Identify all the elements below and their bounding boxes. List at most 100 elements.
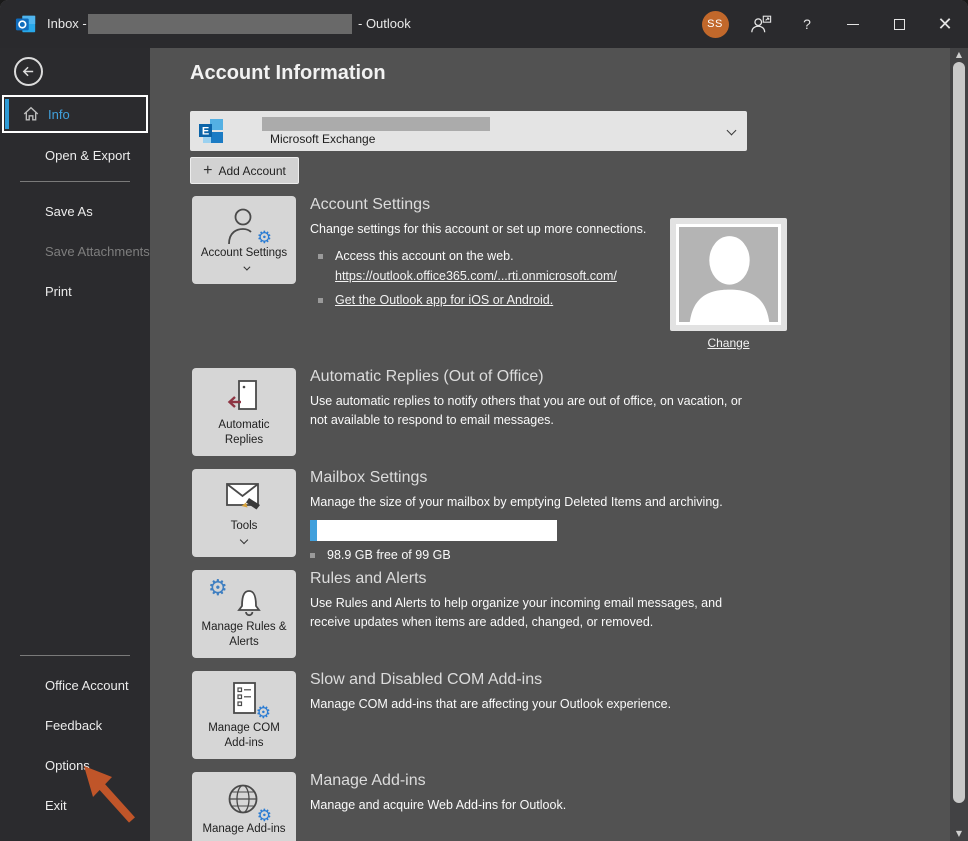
sidebar-item-label: Info (48, 107, 70, 122)
storage-info-row: 98.9 GB free of 99 GB (302, 548, 790, 562)
section-description: Change settings for this account or set … (310, 220, 668, 239)
button-label: Manage Add-ins (196, 822, 291, 837)
automatic-replies-button[interactable]: Automatic Replies (192, 368, 296, 456)
button-label: Manage Rules & Alerts (192, 620, 296, 650)
outlook-backstage-window: Inbox - - Outlook SS ? ✕ (0, 0, 968, 841)
account-settings-button[interactable]: ⚙ Account Settings (192, 196, 296, 284)
scrollbar-thumb[interactable] (953, 62, 965, 803)
window-title-prefix: Inbox - (47, 16, 87, 31)
sidebar-item-feedback[interactable]: Feedback (0, 706, 150, 744)
section-rules-alerts: ⚙ Manage Rules & Alerts Rules and Alerts… (192, 570, 912, 671)
automatic-replies-icon (224, 378, 264, 418)
mailbox-settings-text: Mailbox Settings Manage the size of your… (310, 469, 790, 562)
sidebar-divider (20, 181, 130, 182)
bullet-icon (318, 254, 323, 259)
close-icon: ✕ (937, 15, 952, 33)
sidebar-item-label: Save Attachments (45, 244, 150, 259)
mailbox-tools-icon (222, 479, 266, 519)
bullet-text: Access this account on the web. (335, 249, 514, 263)
chevron-down-icon (240, 536, 248, 544)
section-heading: Rules and Alerts (310, 570, 790, 588)
section-heading: Account Settings (310, 196, 790, 214)
chevron-down-icon (727, 126, 737, 136)
manage-addins-button[interactable]: ⚙ Manage Add-ins (192, 772, 296, 841)
redacted-account-email (262, 117, 490, 131)
com-addins-icon: ⚙ (227, 681, 261, 721)
manage-com-addins-button[interactable]: ⚙ Manage COM Add-ins (192, 671, 296, 759)
section-description: Use automatic replies to notify others t… (310, 392, 762, 431)
add-account-label: Add Account (218, 164, 285, 178)
sidebar-item-label: Feedback (45, 718, 102, 733)
sidebar-item-office-account[interactable]: Office Account (0, 666, 150, 704)
sidebar-item-print[interactable]: Print (0, 272, 150, 310)
close-button[interactable]: ✕ (922, 0, 968, 48)
sidebar-item-save-as[interactable]: Save As (0, 192, 150, 230)
titlebar: Inbox - - Outlook SS ? ✕ (0, 0, 968, 48)
sidebar-item-label: Office Account (45, 678, 129, 693)
gear-icon: ⚙ (256, 703, 271, 723)
contact-support-icon[interactable] (738, 0, 784, 48)
mailbox-tools-button[interactable]: Tools (192, 469, 296, 557)
page-title: Account Information (190, 62, 386, 85)
mailbox-storage-fill (310, 520, 317, 541)
back-button[interactable] (14, 57, 43, 86)
minimize-icon (847, 24, 859, 25)
mailbox-storage-bar (310, 520, 557, 541)
account-information-pane: Account Information E Microsoft Exchange… (150, 48, 968, 841)
gear-icon: ⚙ (257, 228, 272, 248)
owa-link[interactable]: https://outlook.office365.com/...rti.onm… (335, 269, 617, 283)
outlook-app-icon (15, 13, 37, 35)
sidebar-item-options[interactable]: Options (0, 746, 150, 784)
com-addins-text: Slow and Disabled COM Add-ins Manage COM… (310, 671, 790, 714)
change-photo-link[interactable]: Change (670, 336, 787, 350)
window-title-suffix: - Outlook (358, 16, 411, 31)
bullet-icon (310, 553, 315, 558)
section-mailbox-settings: Tools Mailbox Settings Manage the size o… (192, 469, 912, 570)
sidebar-divider (20, 655, 130, 656)
scroll-down-arrow[interactable]: ▼ (950, 829, 968, 838)
section-com-addins: ⚙ Manage COM Add-ins Slow and Disabled C… (192, 671, 912, 772)
add-account-button[interactable]: + Add Account (190, 157, 299, 184)
minimize-button[interactable] (830, 0, 876, 48)
svg-text:E: E (202, 126, 209, 138)
redacted-mailbox-name (88, 14, 352, 34)
sidebar-item-exit[interactable]: Exit (0, 786, 150, 824)
sidebar-item-label: Open & Export (45, 148, 130, 163)
sidebar-item-label: Exit (45, 798, 67, 813)
microsoft-exchange-icon: E (198, 118, 224, 144)
account-selector-dropdown[interactable]: E Microsoft Exchange (190, 111, 747, 151)
home-icon (22, 105, 40, 123)
button-label: Tools (225, 519, 264, 543)
storage-free-text: 98.9 GB free of 99 GB (327, 548, 451, 562)
help-button[interactable]: ? (784, 0, 830, 48)
automatic-replies-text: Automatic Replies (Out of Office) Use au… (310, 368, 790, 431)
sidebar-item-label: Save As (45, 204, 93, 219)
section-heading: Slow and Disabled COM Add-ins (310, 671, 790, 689)
button-label: Automatic Replies (192, 418, 296, 448)
rules-alerts-icon: ⚙ (224, 580, 264, 620)
manage-addins-icon: ⚙ (224, 782, 264, 822)
maximize-button[interactable] (876, 0, 922, 48)
profile-photo-placeholder (676, 224, 781, 325)
section-manage-addins: ⚙ Manage Add-ins Manage Add-ins Manage a… (192, 772, 912, 841)
section-automatic-replies: Automatic Replies Automatic Replies (Out… (192, 368, 912, 469)
sidebar-item-label: Options (45, 758, 90, 773)
chevron-down-icon (243, 263, 250, 270)
sidebar-item-label: Print (45, 284, 72, 299)
section-heading: Manage Add-ins (310, 772, 790, 790)
account-avatar[interactable]: SS (692, 0, 738, 48)
sidebar-item-open-export[interactable]: Open & Export (0, 136, 150, 174)
bullet-icon (318, 298, 323, 303)
sidebar-item-save-attachments: Save Attachments (0, 232, 150, 270)
scroll-up-arrow[interactable]: ▲ (950, 50, 968, 59)
sidebar-item-info[interactable]: Info (2, 95, 148, 133)
maximize-icon (894, 19, 905, 30)
manage-rules-alerts-button[interactable]: ⚙ Manage Rules & Alerts (192, 570, 296, 658)
section-description: Use Rules and Alerts to help organize yo… (310, 594, 758, 633)
get-outlook-app-link[interactable]: Get the Outlook app for iOS or Android. (335, 293, 553, 307)
rules-alerts-text: Rules and Alerts Use Rules and Alerts to… (310, 570, 790, 633)
backstage-sidebar: Info Open & Export Save As Save Attachme… (0, 48, 150, 841)
button-label: Account Settings (192, 246, 296, 276)
selected-accent-bar (5, 99, 9, 129)
profile-photo-card (670, 218, 787, 331)
